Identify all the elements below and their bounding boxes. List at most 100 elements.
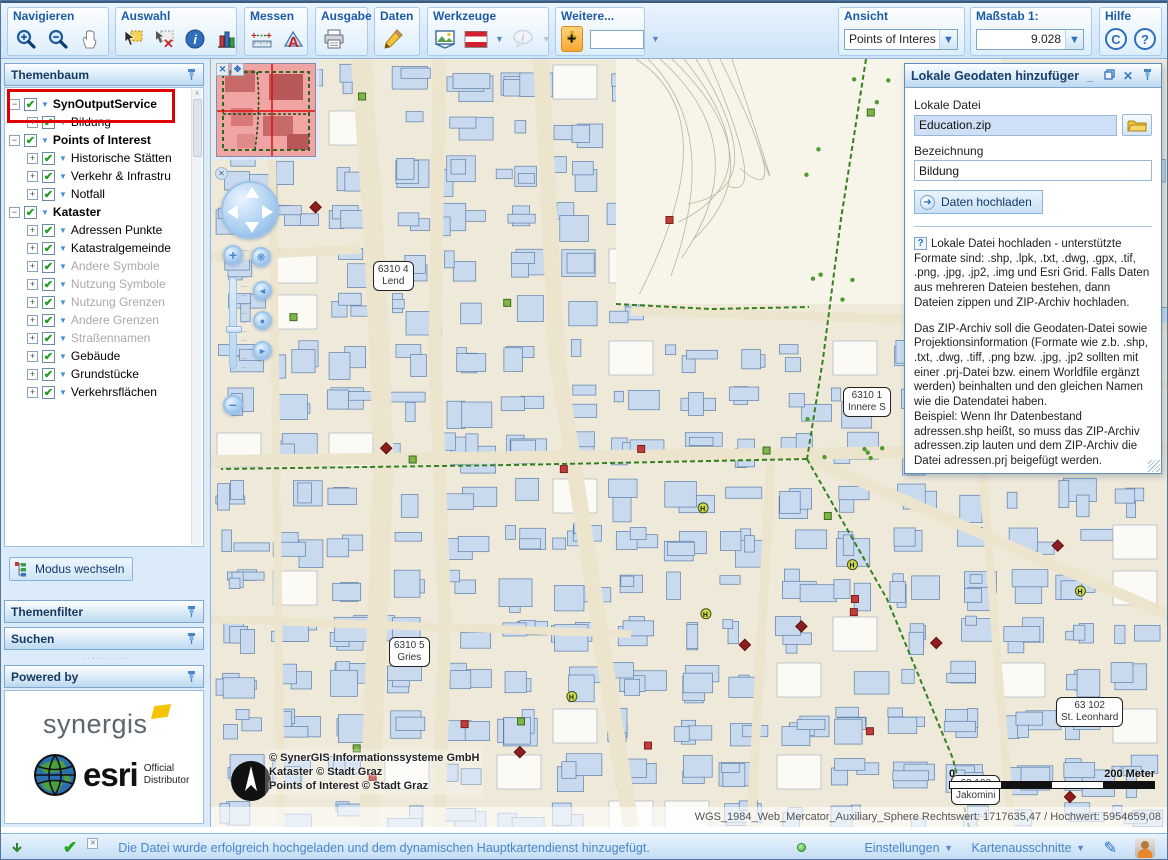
powered-by-header[interactable]: Powered by bbox=[4, 665, 204, 688]
chevron-down-icon[interactable]: ▼ bbox=[59, 244, 67, 253]
tree-item[interactable]: +✔▼Adressen Punkte bbox=[27, 222, 203, 238]
checkbox-checked-icon[interactable]: ✔ bbox=[42, 296, 55, 309]
plus-expander-icon[interactable]: + bbox=[27, 387, 38, 398]
browse-folder-button[interactable] bbox=[1122, 114, 1152, 136]
tree-item[interactable]: −✔▼Points of Interest bbox=[9, 132, 203, 148]
tray-arrow-icon[interactable] bbox=[11, 842, 23, 854]
send-map-image-button[interactable] bbox=[433, 26, 457, 52]
tree-item[interactable]: +✔▼Gebäude bbox=[27, 348, 203, 364]
overview-close-icon[interactable]: ✕ bbox=[216, 63, 229, 76]
switch-mode-button[interactable]: Modus wechseln bbox=[9, 557, 133, 581]
chevron-down-icon[interactable]: ▼ bbox=[41, 100, 49, 109]
checkbox-checked-icon[interactable]: ✔ bbox=[42, 314, 55, 327]
tree-item[interactable]: −✔▼Kataster bbox=[9, 204, 203, 220]
tree-item[interactable]: +✔▼Nutzung Symbole bbox=[27, 276, 203, 292]
plus-expander-icon[interactable]: + bbox=[27, 297, 38, 308]
chevron-down-icon[interactable]: ▼ bbox=[59, 298, 67, 307]
checkbox-checked-icon[interactable]: ✔ bbox=[24, 206, 37, 219]
pan-west-arrow[interactable] bbox=[227, 205, 238, 219]
plus-expander-icon[interactable]: + bbox=[27, 369, 38, 380]
checkbox-checked-icon[interactable]: ✔ bbox=[42, 224, 55, 237]
plus-expander-icon[interactable]: + bbox=[27, 261, 38, 272]
pin-icon[interactable] bbox=[186, 632, 197, 645]
scale-select[interactable]: 9.028 ▼ bbox=[976, 29, 1084, 50]
nav-close-icon[interactable]: ✕ bbox=[215, 167, 228, 180]
checkbox-checked-icon[interactable]: ✔ bbox=[42, 368, 55, 381]
tree-item[interactable]: +✔▼Historische Stätten bbox=[27, 150, 203, 166]
checkbox-checked-icon[interactable]: ✔ bbox=[42, 116, 55, 129]
plus-expander-icon[interactable]: + bbox=[27, 171, 38, 182]
pin-icon[interactable] bbox=[186, 68, 197, 81]
tree-item[interactable]: +✔▼Grundstücke bbox=[27, 366, 203, 382]
chevron-down-icon[interactable]: ▼ bbox=[59, 334, 67, 343]
zoom-slider-handle[interactable] bbox=[226, 326, 242, 333]
plus-expander-icon[interactable]: + bbox=[27, 351, 38, 362]
plus-expander-icon[interactable]: + bbox=[27, 225, 38, 236]
minimize-icon[interactable]: _ bbox=[1082, 69, 1098, 83]
plus-expander-icon[interactable]: + bbox=[27, 279, 38, 290]
zoom-out-round-button[interactable]: − bbox=[223, 395, 243, 415]
scale-select-arrow-icon[interactable]: ▼ bbox=[1065, 30, 1083, 49]
tree-scrollbar[interactable]: ∧ bbox=[191, 89, 202, 545]
checkbox-checked-icon[interactable]: ✔ bbox=[42, 260, 55, 273]
chevron-down-icon[interactable]: ▼ bbox=[59, 226, 67, 235]
measure-area-button[interactable]: A bbox=[281, 26, 305, 52]
checkbox-checked-icon[interactable]: ✔ bbox=[42, 350, 55, 363]
overview-move-icon[interactable]: ✥ bbox=[231, 63, 244, 76]
tree-item[interactable]: +✔▼Notfall bbox=[27, 186, 203, 202]
local-file-input[interactable] bbox=[914, 115, 1117, 136]
chevron-down-icon[interactable]: ▼ bbox=[59, 190, 67, 199]
print-button[interactable] bbox=[321, 26, 347, 52]
flag-dropdown-arrow[interactable]: ▼ bbox=[495, 34, 504, 44]
tree-item[interactable]: +✔▼Andere Grenzen bbox=[27, 312, 203, 328]
select-features-button[interactable] bbox=[121, 26, 145, 52]
redline-pen-icon[interactable]: ✎ bbox=[1104, 838, 1117, 858]
checkbox-checked-icon[interactable]: ✔ bbox=[42, 386, 55, 399]
compass-pan-control[interactable] bbox=[221, 181, 279, 239]
checkbox-checked-icon[interactable]: ✔ bbox=[42, 152, 55, 165]
plus-expander-icon[interactable]: + bbox=[27, 189, 38, 200]
overview-map[interactable] bbox=[216, 63, 316, 157]
tree-item[interactable]: +✔▼Verkehrsflächen bbox=[27, 384, 203, 400]
checkbox-checked-icon[interactable]: ✔ bbox=[42, 170, 55, 183]
pan-hand-button[interactable] bbox=[78, 26, 103, 52]
plus-expander-icon[interactable]: + bbox=[27, 333, 38, 344]
minus-expander-icon[interactable]: − bbox=[9, 99, 20, 110]
settings-menu[interactable]: Einstellungen ▼ bbox=[864, 841, 953, 855]
tree-item[interactable]: +✔▼Andere Symbole bbox=[27, 258, 203, 274]
full-extent-button[interactable]: ❋ bbox=[251, 247, 271, 267]
chevron-down-icon[interactable]: ▼ bbox=[41, 136, 49, 145]
weitere-text-input[interactable] bbox=[590, 30, 644, 49]
zoom-out-button[interactable] bbox=[45, 26, 70, 52]
restore-icon[interactable] bbox=[1101, 69, 1117, 83]
chevron-down-icon[interactable]: ▼ bbox=[59, 352, 67, 361]
checkbox-checked-icon[interactable]: ✔ bbox=[42, 188, 55, 201]
plus-expander-icon[interactable]: + bbox=[27, 153, 38, 164]
maptip-bubble-button[interactable]: i bbox=[511, 26, 535, 52]
clear-selection-button[interactable]: ✕ bbox=[152, 26, 176, 52]
add-geodata-button[interactable] bbox=[561, 26, 583, 52]
maptip-dropdown-arrow[interactable]: ▼ bbox=[542, 34, 551, 44]
map-extents-menu[interactable]: Kartenausschnitte ▼ bbox=[972, 841, 1086, 855]
chevron-down-icon[interactable]: ▼ bbox=[59, 118, 67, 127]
view-select[interactable]: Points of Interes ▼ bbox=[844, 29, 958, 50]
zoom-in-round-button[interactable]: + bbox=[223, 245, 243, 265]
message-close-icon[interactable]: ✕ bbox=[87, 838, 98, 849]
tree-scrollbar-thumb[interactable] bbox=[193, 99, 202, 157]
tree-item[interactable]: +✔▼Katastralgemeinde bbox=[27, 240, 203, 256]
pan-south-arrow[interactable] bbox=[245, 222, 259, 233]
chevron-down-icon[interactable]: ▼ bbox=[59, 262, 67, 271]
prev-extent-button[interactable]: ◄ bbox=[253, 281, 272, 300]
tree-item[interactable]: +✔▼Nutzung Grenzen bbox=[27, 294, 203, 310]
pan-north-arrow[interactable] bbox=[245, 187, 259, 198]
tree-item[interactable]: +✔▼Straßennamen bbox=[27, 330, 203, 346]
plus-expander-icon[interactable]: + bbox=[27, 117, 38, 128]
pin-icon[interactable] bbox=[186, 670, 197, 683]
upload-data-button[interactable]: ➜ Daten hochladen bbox=[914, 190, 1043, 214]
pin-icon[interactable] bbox=[1139, 68, 1155, 84]
copyright-button[interactable]: C bbox=[1105, 28, 1127, 50]
pan-east-arrow[interactable] bbox=[262, 205, 273, 219]
chevron-down-icon[interactable]: ▼ bbox=[59, 370, 67, 379]
weitere-dropdown-arrow[interactable]: ▼ bbox=[651, 34, 660, 44]
minus-expander-icon[interactable]: − bbox=[9, 135, 20, 146]
